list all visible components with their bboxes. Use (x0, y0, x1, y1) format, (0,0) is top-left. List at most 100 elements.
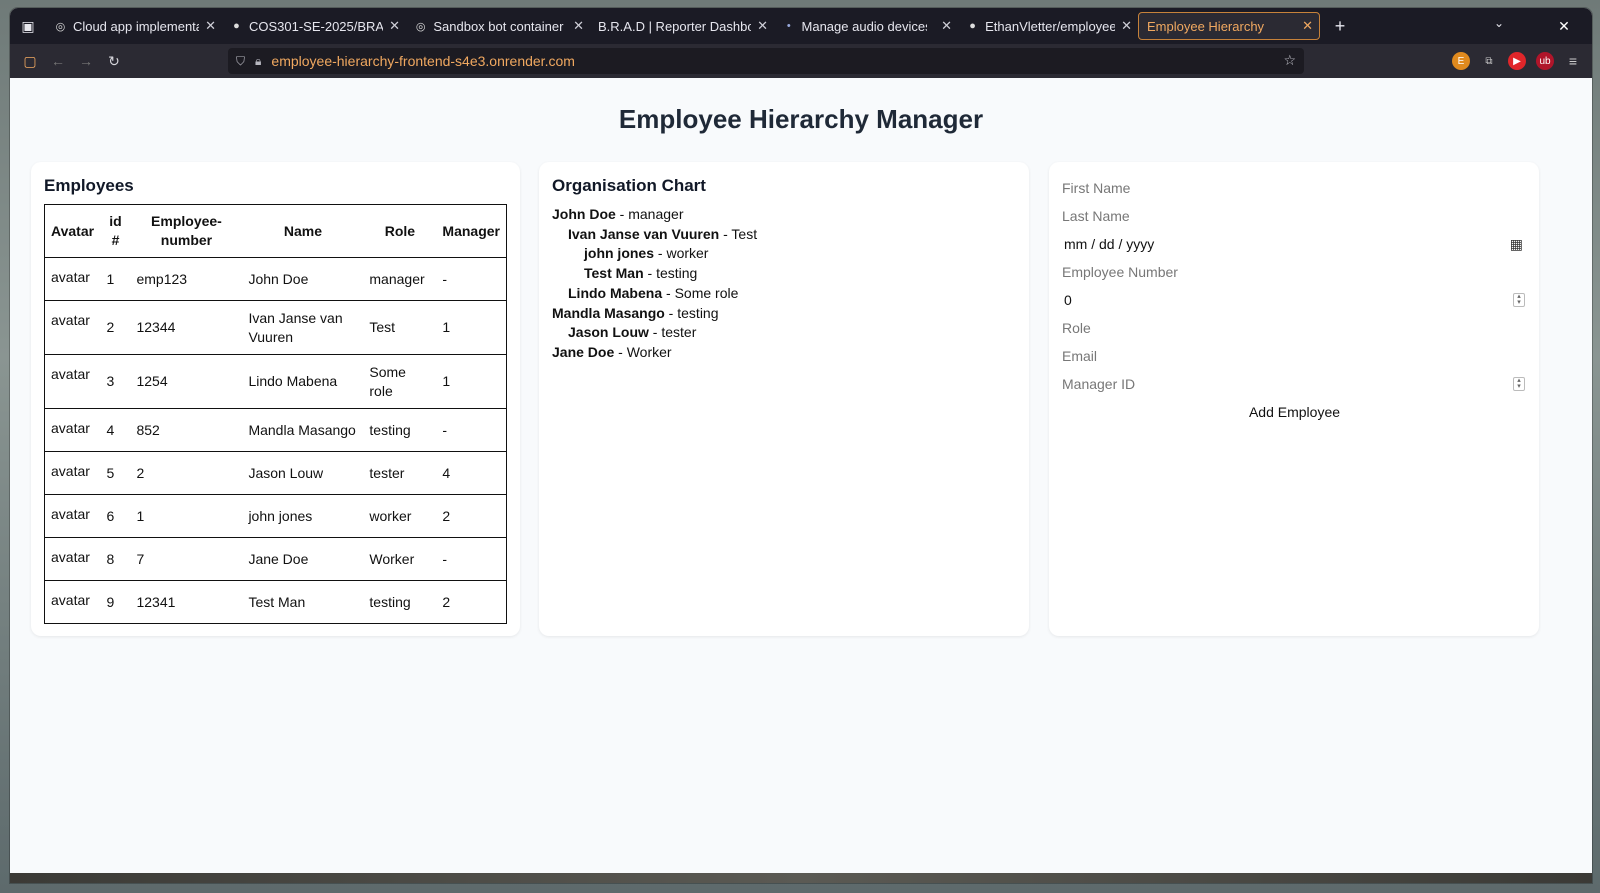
manager-id-placeholder: Manager ID (1062, 376, 1136, 392)
date-input[interactable]: mm / dd / yyyy ▦ (1062, 230, 1527, 258)
id-cell: 9 (100, 580, 131, 624)
email-input[interactable]: Email (1062, 342, 1527, 370)
org-node-role: tester (661, 324, 697, 341)
manager-cell: - (436, 537, 507, 581)
tab-cloud-app[interactable]: ◎ Cloud app implementati ✕ (46, 12, 222, 40)
employee-number-input[interactable]: 0 ▴ ▾ (1062, 286, 1527, 314)
add-employee-card: First Name Last Name mm / dd / yyyy ▦ Em… (1049, 162, 1539, 636)
table-row: avatar 8 7 Jane Doe Worker - (44, 537, 507, 581)
close-icon[interactable]: ✕ (757, 18, 768, 34)
url-text[interactable]: employee-hierarchy-frontend-s4e3.onrende… (271, 53, 575, 69)
avatar-cell: avatar (44, 494, 101, 538)
employee-number-cell: 7 (130, 537, 243, 581)
name-cell: Jane Doe (242, 537, 364, 581)
extensions-area: E ⧉ ▶ ub ≡ (1452, 48, 1582, 74)
tab-title: EthanVletter/employee-l (985, 18, 1116, 34)
role-cell: tester (363, 451, 437, 495)
sidebar-icon[interactable]: ▢ (16, 47, 44, 75)
name-cell: Mandla Masango (242, 408, 364, 452)
tab-strip: ▣ ◎ Cloud app implementati ✕ ● COS301-SE… (10, 8, 1592, 44)
name-cell: Lindo Mabena (242, 354, 364, 409)
shield-icon[interactable]: ⛉ (236, 54, 245, 69)
page-title: Employee Hierarchy Manager (618, 104, 984, 134)
number-stepper-icon[interactable]: ▴ ▾ (1513, 293, 1525, 307)
close-icon[interactable]: ✕ (1302, 18, 1313, 34)
employee-number-cell: 2 (130, 451, 243, 495)
id-cell: 5 (100, 451, 131, 495)
tab-list-icon[interactable]: ▣ (10, 8, 46, 44)
calendar-icon[interactable]: ▦ (1510, 236, 1523, 253)
tab-title: Cloud app implementati (72, 18, 200, 34)
employees-table: Avatar id # Employee-number Name Role Man… (44, 204, 507, 624)
id-cell: 1 (100, 257, 131, 301)
forward-icon[interactable]: → (72, 47, 100, 75)
manager-cell: 1 (436, 300, 507, 355)
menu-icon[interactable]: ≡ (1564, 52, 1582, 70)
manager-cell: 1 (436, 354, 507, 409)
employee-number-cell: 12344 (130, 300, 243, 355)
avatar-cell: avatar (44, 300, 101, 355)
employees-card: Employees Avatar id # Employee-number Nam… (31, 162, 520, 636)
window-close-icon[interactable]: ✕ (1552, 14, 1576, 38)
employee-number-cell: 1 (130, 494, 243, 538)
org-node-role: Worker (626, 343, 672, 360)
new-tab-icon[interactable]: + (1326, 12, 1354, 40)
tab-title: Employee Hierarchy (1147, 18, 1265, 34)
tab-cos301[interactable]: ● COS301-SE-2025/BRAD ✕ (222, 12, 406, 40)
close-icon[interactable]: ✕ (573, 18, 584, 34)
employee-number-label: Employee Number (1062, 264, 1178, 280)
close-icon[interactable]: ✕ (1121, 18, 1132, 34)
lock-icon[interactable]: 🔒︎ (255, 54, 261, 69)
org-node: Lindo Mabena - Some role (552, 284, 757, 304)
bookmark-star-icon[interactable]: ☆ (1283, 52, 1296, 69)
tab-ethan[interactable]: ● EthanVletter/employee-l ✕ (958, 12, 1138, 40)
org-node-name: John Doe (552, 206, 616, 222)
employee-number-cell: emp123 (130, 257, 243, 301)
org-node: Jane Doe - Worker (552, 343, 757, 363)
role-input[interactable]: Role (1062, 314, 1527, 342)
employees-table-body: avatar 1 emp123 John Doe manager - avatar 2 1234… (44, 257, 507, 624)
add-employee-button[interactable]: Add Employee (1062, 398, 1527, 426)
tab-employee-hierarchy[interactable]: Employee Hierarchy ✕ (1138, 12, 1320, 40)
org-node: Mandla Masango - testing (552, 304, 757, 324)
ublock-icon[interactable]: ub (1536, 52, 1554, 70)
org-node-separator: - (643, 265, 657, 282)
tab-audio[interactable]: • Manage audio devices ✕ (774, 12, 958, 40)
globe-icon: ◎ (55, 20, 66, 33)
tab-brad[interactable]: B.R.A.D | Reporter Dashbo ✕ (590, 12, 774, 40)
table-header-row: Avatar id # Employee-number Name Role Man… (44, 204, 507, 258)
close-icon[interactable]: ✕ (389, 18, 400, 34)
avatar-cell: avatar (44, 354, 101, 409)
manager-cell: - (436, 408, 507, 452)
org-node-separator: - (662, 284, 675, 301)
org-node-role: testing (677, 304, 719, 321)
org-node-role: worker (666, 245, 709, 262)
close-icon[interactable]: ✕ (941, 18, 952, 34)
employee-number-cell: 852 (130, 408, 243, 452)
tab-sandbox[interactable]: ◎ Sandbox bot container s ✕ (406, 12, 590, 40)
dot-icon: • (786, 20, 791, 32)
manager-cell: 4 (436, 451, 507, 495)
table-row: avatar 4 852 Mandla Masango testing - (44, 408, 507, 452)
manager-id-stepper-icon[interactable]: ▴ ▾ (1513, 377, 1525, 391)
column-header-manager: Manager (436, 204, 507, 258)
back-icon[interactable]: ← (44, 47, 72, 75)
name-cell: Jason Louw (242, 451, 364, 495)
employee-number-value: 0 (1064, 292, 1072, 308)
extensions-puzzle-icon[interactable]: ⧉ (1480, 52, 1498, 70)
address-bar[interactable]: ⛉ 🔒︎ employee-hierarchy-frontend-s4e3.on… (228, 48, 1304, 74)
last-name-input[interactable]: Last Name (1062, 202, 1527, 230)
org-node: Jason Louw - tester (552, 323, 757, 343)
github-icon: ● (233, 20, 240, 32)
date-placeholder: mm / dd / yyyy (1064, 236, 1155, 252)
role-cell: worker (363, 494, 437, 538)
reload-icon[interactable]: ↻ (100, 47, 128, 75)
name-cell: Ivan Janse van Vuuren (242, 300, 364, 355)
first-name-input[interactable]: First Name (1062, 174, 1527, 202)
org-node-role: manager (628, 206, 684, 222)
close-icon[interactable]: ✕ (205, 18, 216, 34)
chevron-down-icon[interactable]: ⌄ (1494, 16, 1504, 30)
manager-id-input[interactable]: Manager ID ▴ ▾ (1062, 370, 1527, 398)
youtube-extension-icon[interactable]: ▶ (1508, 52, 1526, 70)
extension-e-icon[interactable]: E (1452, 52, 1470, 70)
